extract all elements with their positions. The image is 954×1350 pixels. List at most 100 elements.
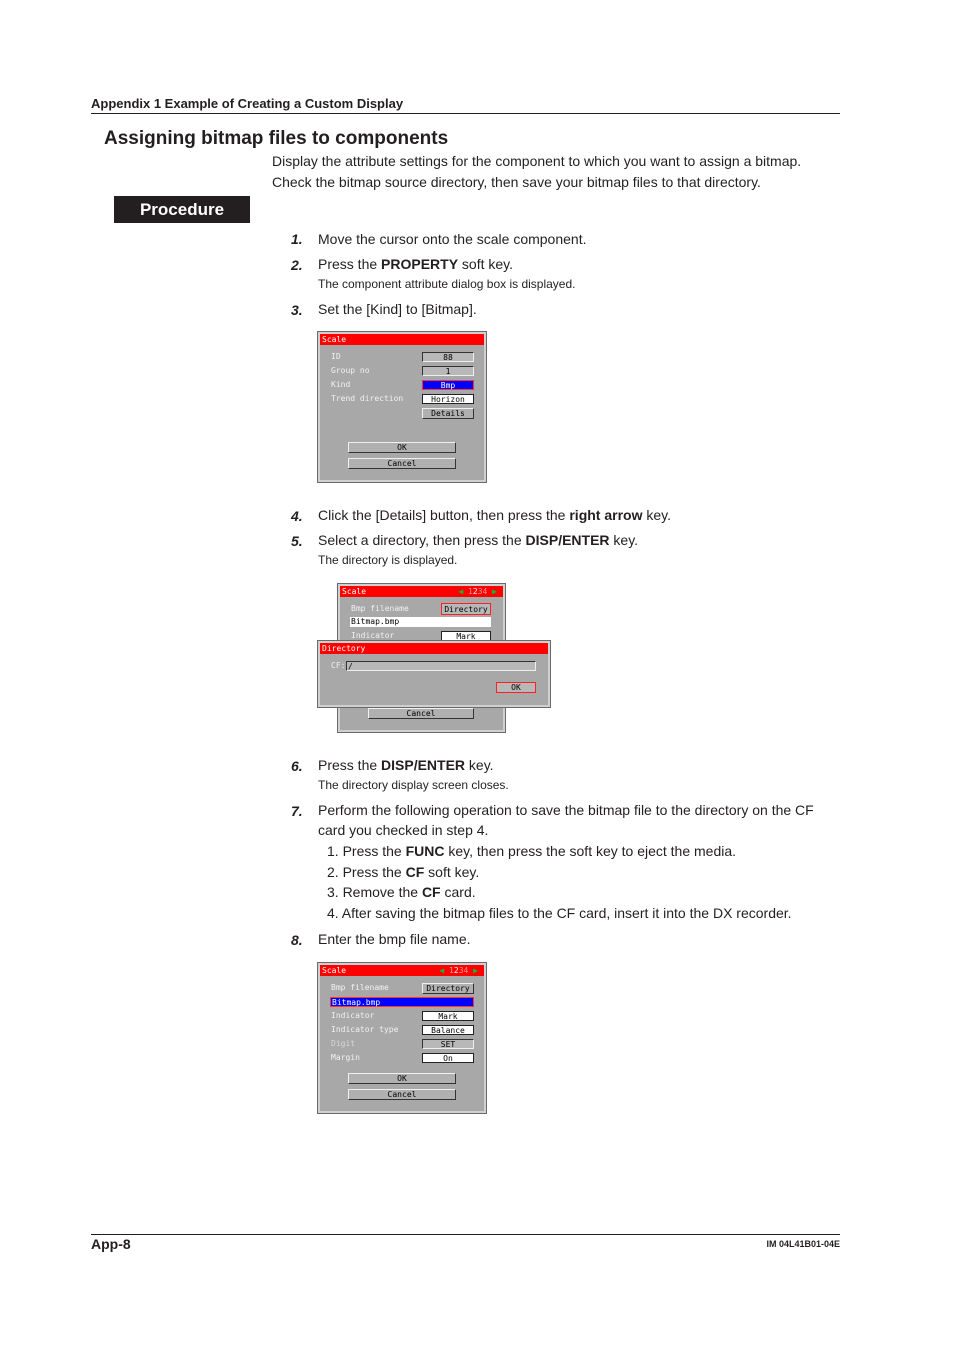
dialog-title-bar: Scale	[320, 334, 484, 345]
field-label-group-no: Group no	[331, 366, 370, 375]
running-header: Appendix 1 Example of Creating a Custom …	[91, 96, 404, 111]
substep-post: key, then press the soft key to eject th…	[444, 843, 737, 859]
page-prev-icon[interactable]: ◀	[458, 587, 463, 596]
key-name: CF	[421, 884, 441, 900]
step-text-post: soft key.	[458, 256, 514, 272]
trend-direction-select[interactable]: Horizon	[422, 394, 474, 404]
step-number: 8.	[291, 932, 303, 948]
bmp-filename-input[interactable]: Bitmap.bmp	[330, 997, 474, 1007]
key-name: CF	[405, 864, 425, 880]
key-name: DISP/ENTER	[525, 532, 610, 548]
step-text-post: key.	[609, 532, 639, 548]
ok-button[interactable]: OK	[348, 1073, 456, 1084]
field-label-indicator: Indicator	[351, 631, 395, 640]
step-number: 6.	[291, 758, 303, 774]
cancel-button[interactable]: Cancel	[348, 1089, 456, 1100]
step-number: 5.	[291, 533, 303, 549]
scale-dialog-kind: Scale ID 88 Group no 1 Kind Bmp Trend di…	[317, 331, 487, 483]
step-text: Click the [Details] button, then press t…	[318, 507, 671, 523]
field-label-digit: Digit	[331, 1039, 356, 1048]
key-name: FUNC	[405, 843, 445, 859]
substep: 4. After saving the bitmap files to the …	[327, 905, 792, 921]
step-text: Press the DISP/ENTER key.	[318, 757, 494, 773]
substep-pre: 1. Press the	[327, 843, 406, 859]
dialog-title: Scale	[322, 966, 347, 975]
popup-title: Directory	[322, 644, 366, 653]
step-note: The component attribute dialog box is di…	[318, 277, 576, 291]
ok-button[interactable]: OK	[496, 682, 536, 693]
step-text: Enter the bmp file name.	[318, 931, 471, 947]
page-next-icon[interactable]: ▶	[492, 587, 497, 596]
kind-select[interactable]: Bmp	[422, 380, 474, 390]
substep: 1. Press the FUNC key, then press the so…	[327, 843, 736, 859]
step-number: 3.	[291, 302, 303, 318]
key-name: PROPERTY	[381, 256, 459, 272]
page-indicator: ◀ 1234 ▶	[458, 586, 497, 597]
step-number: 4.	[291, 508, 303, 524]
cf-label: CF:	[331, 661, 346, 670]
details-button[interactable]: Details	[422, 408, 474, 419]
step-note: The directory is displayed.	[318, 553, 458, 567]
popup-title-bar: Directory	[320, 643, 548, 654]
substep-pre: 2. Press the	[327, 864, 406, 880]
scale-dialog-filename: Scale ◀ 1234 ▶ Bmp filename Directory Bi…	[317, 962, 487, 1114]
page-4: 4	[463, 966, 469, 975]
intro-line-1: Display the attribute settings for the c…	[272, 153, 802, 169]
substep-post: soft key.	[424, 864, 480, 880]
intro-line-2: Check the bitmap source directory, then …	[272, 174, 761, 190]
step-text: Select a directory, then press the DISP/…	[318, 532, 638, 548]
section-title: Assigning bitmap files to components	[104, 128, 449, 149]
substep: 2. Press the CF soft key.	[327, 864, 479, 880]
ok-button[interactable]: OK	[348, 442, 456, 453]
step-text: Move the cursor onto the scale component…	[318, 231, 587, 247]
substep-post: card.	[440, 884, 476, 900]
page-number: App-8	[91, 1236, 131, 1252]
step-text: card you checked in step 4.	[318, 822, 489, 838]
dialog-title-bar: Scale ◀ 1234 ▶	[340, 586, 503, 597]
step-text: Set the [Kind] to [Bitmap].	[318, 301, 477, 317]
step-text-pre: Press the	[318, 256, 382, 272]
field-label-indicator-type: Indicator type	[331, 1025, 399, 1034]
dialog-title-bar: Scale ◀ 1234 ▶	[320, 965, 484, 976]
key-name: right arrow	[569, 507, 643, 523]
field-label-bmp-filename: Bmp filename	[351, 604, 409, 613]
step-text: Perform the following operation to save …	[318, 802, 814, 818]
indicator-select[interactable]: Mark	[441, 631, 491, 641]
substep-pre: 4. After saving the bitmap files to the …	[327, 905, 792, 921]
step-text-pre: Select a directory, then press the	[318, 532, 526, 548]
page-next-icon[interactable]: ▶	[473, 966, 478, 975]
step-note: The directory display screen closes.	[318, 778, 509, 792]
directory-button[interactable]: Directory	[441, 603, 491, 615]
step-text-post: key.	[642, 507, 672, 523]
cancel-button[interactable]: Cancel	[368, 708, 474, 719]
step-number: 2.	[291, 257, 303, 273]
step-text-post: key.	[465, 757, 494, 773]
key-name: DISP/ENTER	[381, 757, 466, 773]
dialog-title: Scale	[342, 587, 367, 596]
indicator-type-select[interactable]: Balance	[422, 1025, 474, 1035]
step-number: 7.	[291, 803, 303, 819]
substep-pre: 3. Remove the	[327, 884, 422, 900]
document-id: IM 04L41B01-04E	[766, 1239, 840, 1249]
step-text-pre: Press the	[318, 757, 382, 773]
digit-button[interactable]: SET	[422, 1039, 474, 1049]
header-rule	[91, 113, 840, 114]
field-label-id: ID	[331, 352, 341, 361]
directory-button[interactable]: Directory	[422, 983, 474, 994]
margin-select[interactable]: On	[422, 1053, 474, 1063]
footer-rule	[91, 1234, 840, 1235]
page-indicator: ◀ 1234 ▶	[439, 965, 478, 976]
cancel-button[interactable]: Cancel	[348, 458, 456, 469]
directory-path-input[interactable]: /	[346, 661, 536, 671]
id-field[interactable]: 88	[422, 352, 474, 362]
field-label-indicator: Indicator	[331, 1011, 375, 1020]
step-number: 1.	[291, 231, 303, 247]
step-text: Press the PROPERTY soft key.	[318, 256, 513, 272]
indicator-select[interactable]: Mark	[422, 1011, 474, 1021]
page-4: 4	[482, 587, 488, 596]
procedure-label: Procedure	[114, 196, 250, 223]
group-no-field[interactable]: 1	[422, 366, 474, 376]
field-label-bmp-filename: Bmp filename	[331, 983, 389, 992]
page-prev-icon[interactable]: ◀	[439, 966, 444, 975]
bmp-filename-input[interactable]: Bitmap.bmp	[350, 617, 491, 627]
